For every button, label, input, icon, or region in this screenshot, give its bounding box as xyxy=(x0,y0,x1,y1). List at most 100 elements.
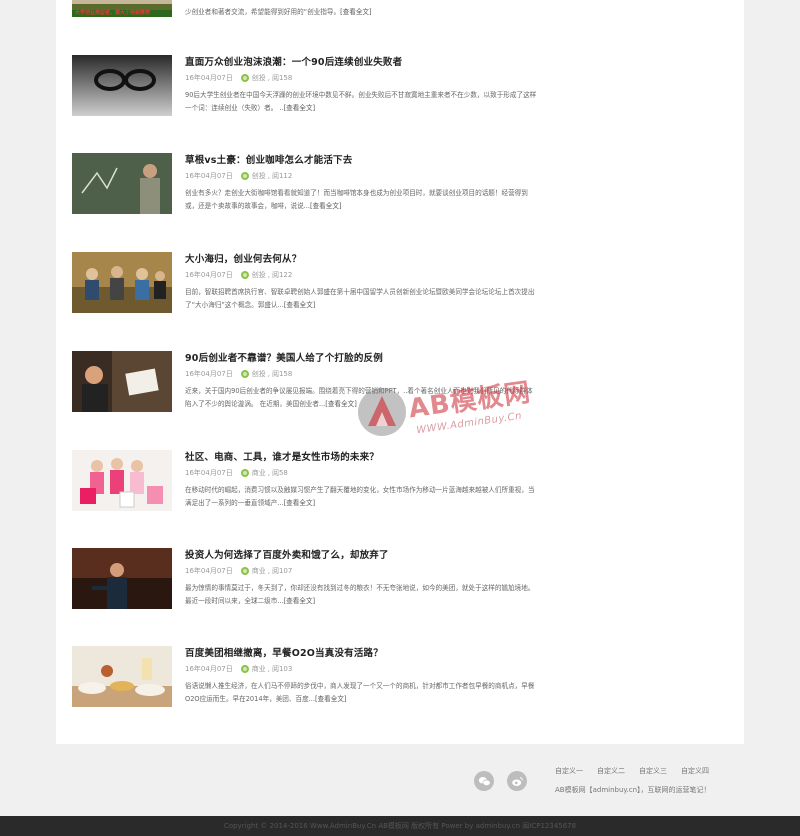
article-summary: 少创业者和著者交流，希望能得到好用的“创业指导。[查看全文] xyxy=(185,6,537,19)
article-thumbnail[interactable] xyxy=(72,646,172,707)
article-summary: 目前，智联招聘首席执行官、智联卓聘创始人郭盛在第十届中国留学人员创新创业论坛暨欧… xyxy=(185,286,537,312)
footer-link[interactable]: 自定义二 xyxy=(597,766,625,776)
category-icon xyxy=(240,370,249,378)
article-meta: 16年04月07日 商业 , 阅107 xyxy=(185,566,292,576)
read-more-link[interactable]: [查看全文] xyxy=(325,400,357,408)
article-thumbnail[interactable]: 大学创业典型者，做大小场我推荐 xyxy=(72,0,172,17)
weibo-glyph xyxy=(511,776,523,786)
article-date: 16年04月07日 xyxy=(185,469,233,477)
article-date: 16年04月07日 xyxy=(185,665,233,673)
glasses-image xyxy=(72,55,172,116)
category-icon xyxy=(240,665,249,673)
read-more-link[interactable]: [查看全文] xyxy=(284,301,316,309)
article-date: 16年04月07日 xyxy=(185,271,233,279)
footer-link[interactable]: 自定义四 xyxy=(681,766,709,776)
meta-separator: , xyxy=(267,665,270,673)
article-title[interactable]: 百度美团相继撤离，早餐O2O当真没有活路？ xyxy=(185,645,383,659)
article-views: 阅107 xyxy=(271,567,293,575)
article-title[interactable]: 90后创业者不靠谱？美国人给了个打脸的反例 xyxy=(185,350,383,364)
article-list: 大学创业典型者，做大小场我推荐 少创业者和著者交流，希望能得到好用的“创业指导。… xyxy=(56,0,744,744)
article-summary: 俗语说懒人推生经济，在人们马不停蹄的步伐中，商人发现了一个又一个的商机，针对都市… xyxy=(185,680,537,706)
article-title[interactable]: 大小海归，创业何去何从？ xyxy=(185,251,301,265)
read-more-link[interactable]: [查看全文] xyxy=(315,695,347,703)
shopping-women-image xyxy=(72,450,172,511)
article-views: 阅122 xyxy=(271,271,293,279)
article-title[interactable]: 投资人为何选择了百度外卖和饿了么，却放弃了 xyxy=(185,547,389,561)
footer-link[interactable]: 自定义一 xyxy=(555,766,583,776)
category-icon xyxy=(240,271,249,279)
summary-text: 少创业者和著者交流，希望能得到好用的“创业指导。 xyxy=(185,8,341,16)
weibo-icon[interactable] xyxy=(507,771,527,791)
footer-tagline: AB模板网【adminbuy.cn】，互联网的运营笔记！ xyxy=(555,786,711,794)
article-category[interactable]: 商业 xyxy=(252,664,266,674)
article-date: 16年04月07日 xyxy=(185,172,233,180)
article-title[interactable]: 草根vs土豪：创业咖啡怎么才能活下去 xyxy=(185,152,352,166)
founder-image xyxy=(72,351,172,412)
summary-text: 90后大学生创业者在中国今天浮躁的创业环境中数见不鲜。创业失败后不甘寂寞地主重来… xyxy=(185,91,537,112)
chalkboard-image xyxy=(72,153,172,214)
category-icon xyxy=(240,74,249,82)
article-thumbnail[interactable] xyxy=(72,548,172,609)
meta-separator: , xyxy=(267,370,270,378)
article-date: 16年04月07日 xyxy=(185,567,233,575)
category-icon xyxy=(240,172,249,180)
summary-text: 俗语说懒人推生经济，在人们马不停蹄的步伐中，商人发现了一个又一个的商机，针对都市… xyxy=(185,682,535,703)
article-category[interactable]: 创投 xyxy=(252,73,266,83)
watermark-url: WWW.AdminBuy.Cn xyxy=(415,410,523,437)
wechat-glyph xyxy=(478,776,491,786)
article-meta: 16年04月07日 创投 , 阅122 xyxy=(185,270,292,280)
footer-links: 自定义一 自定义二 自定义三 自定义四 xyxy=(555,766,709,776)
article-date: 16年04月07日 xyxy=(185,370,233,378)
article-summary: 创业有多火？走创业大街咖啡馆看看就知道了！而当咖啡馆本身也成为创业项目时，就要谈… xyxy=(185,187,537,213)
meta-separator: , xyxy=(267,469,270,477)
article-title[interactable]: 社区、电商、工具，谁才是女性市场的未来？ xyxy=(185,449,379,463)
read-more-link[interactable]: [查看全文] xyxy=(310,202,342,210)
meta-separator: , xyxy=(267,172,270,180)
read-more-link[interactable]: [查看全文] xyxy=(284,597,316,605)
article-thumbnail[interactable] xyxy=(72,252,172,313)
article-category[interactable]: 创投 xyxy=(252,171,266,181)
article-views: 阅58 xyxy=(271,469,288,477)
wechat-icon[interactable] xyxy=(474,771,494,791)
article-meta: 16年04月07日 商业 , 阅103 xyxy=(185,664,292,674)
summary-text: 在移动时代的崛起，消费习惯以及触媒习惯产生了翻天覆地的变化，女性市场作为移动一片… xyxy=(185,486,535,507)
breakfast-image xyxy=(72,646,172,707)
summary-text: 创业有多火？走创业大街咖啡馆看看就知道了！而当咖啡馆本身也成为创业项目时，就要谈… xyxy=(185,189,528,210)
article-thumbnail[interactable] xyxy=(72,450,172,511)
read-more-link[interactable]: [查看全文] xyxy=(284,104,316,112)
article-summary: 在移动时代的崛起，消费习惯以及触媒习惯产生了翻天覆地的变化，女性市场作为移动一片… xyxy=(185,484,537,510)
thumbnail-caption: 大学创业典型者，做大小场我推荐 xyxy=(75,10,151,16)
footer-link[interactable]: 自定义三 xyxy=(639,766,667,776)
article-meta: 16年04月07日 创投 , 阅158 xyxy=(185,369,292,379)
summary-text: 最为惊情的事情莫过于，冬天到了，你却还没有找到过冬的粮衣！不无夸张地说，如今的美… xyxy=(185,584,535,605)
article-category[interactable]: 商业 xyxy=(252,468,266,478)
article-title[interactable]: 直面万众创业泡沫浪潮：一个90后连续创业失败者 xyxy=(185,54,402,68)
copyright: Copyright © 2014-2016 Www.AdminBuy.Cn AB… xyxy=(0,816,800,836)
article-category[interactable]: 创投 xyxy=(252,270,266,280)
summary-text: 目前，智联招聘首席执行官、智联卓聘创始人郭盛在第十届中国留学人员创新创业论坛暨欧… xyxy=(185,288,535,309)
article-summary: 90后大学生创业者在中国今天浮躁的创业环境中数见不鲜。创业失败后不甘寂寞地主重来… xyxy=(185,89,537,115)
article-thumbnail[interactable] xyxy=(72,351,172,412)
category-icon xyxy=(240,469,249,477)
article-views: 阅158 xyxy=(271,74,293,82)
read-more-link[interactable]: [查看全文] xyxy=(284,499,316,507)
summary-text: 近来，关于国内90后创业者的争议屡见报端。围绕着亮下得的营销和PPT，..着个著… xyxy=(185,387,533,408)
article-thumbnail[interactable] xyxy=(72,153,172,214)
article-views: 阅112 xyxy=(271,172,293,180)
article-category[interactable]: 商业 xyxy=(252,566,266,576)
footer: 自定义一 自定义二 自定义三 自定义四 AB模板网【adminbuy.cn】，互… xyxy=(0,744,800,816)
article-category[interactable]: 创投 xyxy=(252,369,266,379)
article-views: 阅103 xyxy=(271,665,293,673)
meta-separator: , xyxy=(267,567,270,575)
read-more-link[interactable]: [查看全文] xyxy=(340,8,372,16)
meta-separator: , xyxy=(267,74,270,82)
article-views: 阅158 xyxy=(271,370,293,378)
article-thumbnail[interactable] xyxy=(72,55,172,116)
article-meta: 16年04月07日 商业 , 阅58 xyxy=(185,468,288,478)
article-meta: 16年04月07日 创投 , 阅112 xyxy=(185,171,292,181)
article-summary: 最为惊情的事情莫过于，冬天到了，你却还没有找到过冬的粮衣！不无夸张地说，如今的美… xyxy=(185,582,537,608)
group-photo-image xyxy=(72,252,172,313)
article-date: 16年04月07日 xyxy=(185,74,233,82)
category-icon xyxy=(240,567,249,575)
meta-separator: , xyxy=(267,271,270,279)
